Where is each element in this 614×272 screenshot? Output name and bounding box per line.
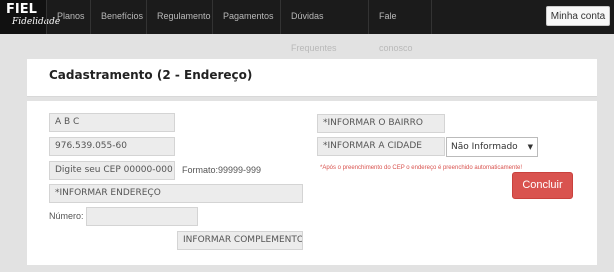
cep-format-hint: Formato:99999-999 xyxy=(182,165,262,175)
name-field[interactable]: A B C xyxy=(49,113,175,132)
address-input[interactable]: *INFORMAR ENDEREÇO xyxy=(49,184,303,203)
chevron-down-icon: ▼ xyxy=(527,143,533,151)
nav-item-pagamentos[interactable]: Pagamentos xyxy=(212,0,280,34)
state-select-value: Não Informado xyxy=(451,142,518,152)
nav-item-fale-conosco[interactable]: Fale conosco xyxy=(368,0,432,53)
cep-input[interactable]: Digite seu CEP 00000-000 xyxy=(49,161,175,180)
brand-logo[interactable]: FIEL Fidelidade xyxy=(0,0,60,34)
city-input[interactable]: *INFORMAR A CIDADE xyxy=(317,137,445,156)
brand-name: FIEL xyxy=(6,2,37,17)
nav-item-duvidas[interactable]: Dúvidas Frequentes xyxy=(280,0,368,53)
nav-item-beneficios[interactable]: Benefícios xyxy=(90,0,146,34)
cpf-field[interactable]: 976.539.055-60 xyxy=(49,137,175,156)
page-title: Cadastramento (2 - Endereço) xyxy=(49,68,253,82)
top-navbar: FIEL Fidelidade Planos Benefícios Regula… xyxy=(0,0,614,53)
district-input[interactable]: *INFORMAR O BAIRRO xyxy=(317,114,445,133)
nav-item-regulamento[interactable]: Regulamento xyxy=(146,0,212,34)
cep-autofill-note: *Após o preenchimento do CEP o endereço … xyxy=(320,165,523,171)
number-input[interactable] xyxy=(86,207,198,226)
my-account-button[interactable]: Minha conta xyxy=(546,6,610,26)
nav-item-planos[interactable]: Planos xyxy=(46,0,90,34)
complement-input[interactable]: INFORMAR COMPLEMENTO xyxy=(177,231,303,250)
number-label: Número: xyxy=(49,211,84,221)
conclude-button[interactable]: Concluir xyxy=(512,172,573,199)
page-header-card: Cadastramento (2 - Endereço) xyxy=(27,59,597,97)
state-select[interactable]: Não Informado ▼ xyxy=(446,137,538,157)
